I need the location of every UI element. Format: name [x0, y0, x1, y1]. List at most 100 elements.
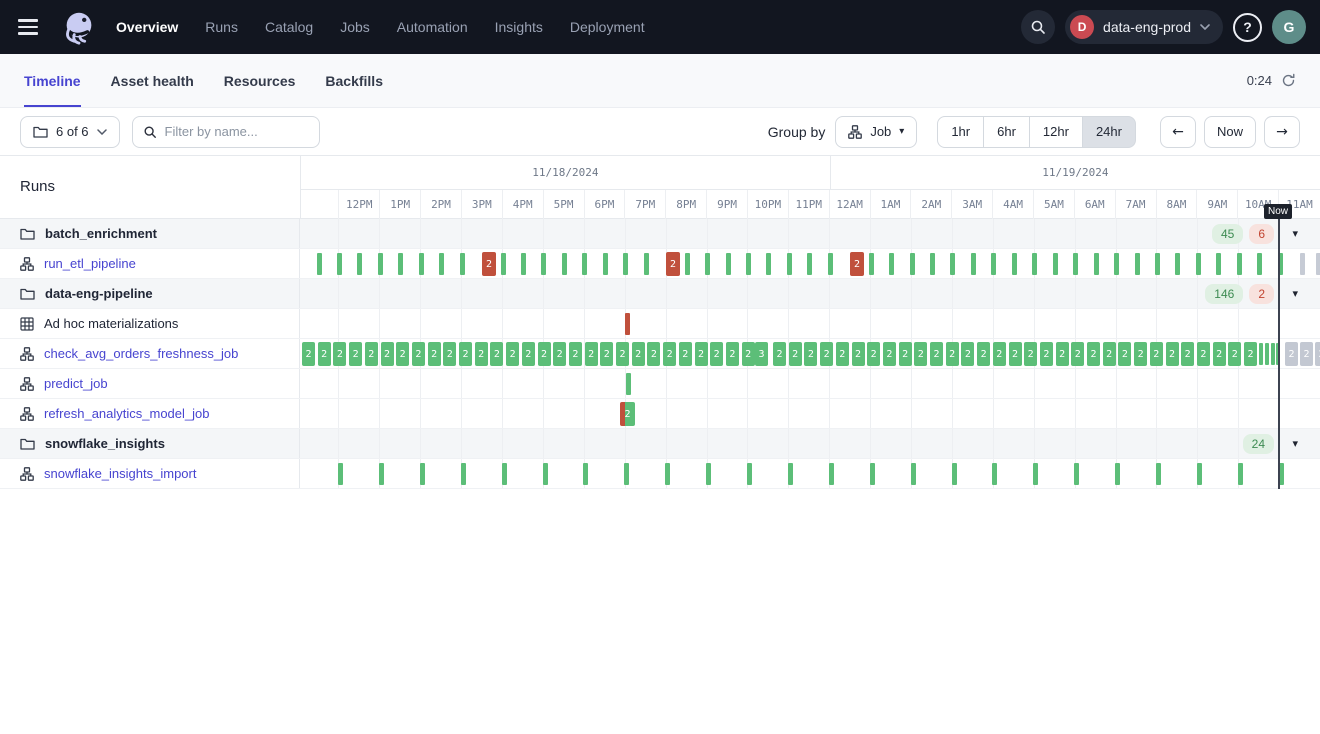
run-marker[interactable]: 2 [820, 342, 833, 366]
repo-filter-button[interactable]: 6 of 6 [20, 116, 120, 148]
run-marker[interactable] [1300, 253, 1305, 275]
run-marker[interactable] [626, 373, 631, 395]
run-marker[interactable] [910, 253, 915, 275]
nav-item-runs[interactable]: Runs [205, 19, 238, 35]
run-marker[interactable] [1074, 463, 1079, 485]
run-marker[interactable] [1115, 463, 1120, 485]
run-marker[interactable] [1316, 253, 1320, 275]
run-marker[interactable] [1197, 463, 1202, 485]
run-marker[interactable] [1053, 253, 1058, 275]
run-marker[interactable]: 2 [1040, 342, 1053, 366]
collapse-caret-icon[interactable]: ▾ [1292, 287, 1298, 301]
row-label-text[interactable]: run_etl_pipeline [44, 256, 136, 271]
run-marker[interactable]: 2 [1244, 342, 1257, 366]
run-marker[interactable]: 2 [1150, 342, 1163, 366]
run-marker[interactable]: 2 [1166, 342, 1179, 366]
run-marker[interactable]: 2 [428, 342, 441, 366]
run-marker[interactable]: 2 [600, 342, 613, 366]
run-marker[interactable] [705, 253, 710, 275]
run-marker[interactable]: 2 [1103, 342, 1116, 366]
run-marker[interactable] [419, 253, 424, 275]
run-marker[interactable] [829, 463, 834, 485]
avatar[interactable]: G [1272, 10, 1306, 44]
run-marker[interactable] [357, 253, 362, 275]
run-marker[interactable]: 2 [302, 342, 315, 366]
collapse-caret-icon[interactable]: ▾ [1292, 227, 1298, 241]
run-marker[interactable] [317, 253, 322, 275]
nav-item-catalog[interactable]: Catalog [265, 19, 313, 35]
run-marker[interactable]: 2 [1024, 342, 1037, 366]
run-marker[interactable] [461, 463, 466, 485]
run-marker[interactable]: 2 [1056, 342, 1069, 366]
page-right-button[interactable]: → [1264, 116, 1300, 148]
run-marker[interactable]: 2 [522, 342, 535, 366]
run-marker[interactable]: 2 [616, 342, 629, 366]
run-marker[interactable] [766, 253, 771, 275]
now-button[interactable]: Now [1204, 116, 1256, 148]
run-marker[interactable]: 2 [804, 342, 817, 366]
run-marker[interactable] [562, 253, 567, 275]
run-marker[interactable] [420, 463, 425, 485]
run-marker[interactable]: 2 [679, 342, 692, 366]
run-marker[interactable] [1238, 463, 1243, 485]
run-marker[interactable] [624, 463, 629, 485]
run-marker[interactable]: 2 [742, 342, 755, 366]
run-marker[interactable]: 2 [993, 342, 1006, 366]
run-marker[interactable] [378, 253, 383, 275]
run-marker[interactable] [1175, 253, 1180, 275]
run-marker[interactable]: 2 [318, 342, 331, 366]
run-marker[interactable] [747, 463, 752, 485]
run-marker[interactable]: 2 [773, 342, 786, 366]
tab-backfills[interactable]: Backfills [325, 54, 383, 107]
run-marker[interactable] [644, 253, 649, 275]
run-marker[interactable]: 2 [852, 342, 865, 366]
run-marker[interactable]: 2 [1087, 342, 1100, 366]
run-marker[interactable] [439, 253, 444, 275]
run-marker[interactable] [787, 253, 792, 275]
run-marker[interactable] [337, 253, 342, 275]
dagster-logo-icon[interactable] [60, 8, 98, 46]
collapse-caret-icon[interactable]: ▾ [1292, 437, 1298, 451]
run-marker[interactable]: 2 [867, 342, 880, 366]
run-marker[interactable] [889, 253, 894, 275]
run-marker[interactable]: 2 [1134, 342, 1147, 366]
page-left-button[interactable]: ← [1160, 116, 1196, 148]
run-marker[interactable]: 2 [946, 342, 959, 366]
run-marker[interactable] [625, 313, 630, 335]
run-marker[interactable]: 2 [381, 342, 394, 366]
run-marker[interactable]: 2 [443, 342, 456, 366]
row-label-text[interactable]: Ad hoc materializations [44, 316, 178, 331]
run-marker[interactable] [685, 253, 690, 275]
run-marker[interactable] [1033, 463, 1038, 485]
run-marker[interactable]: 2 [412, 342, 425, 366]
refresh-icon[interactable] [1281, 73, 1296, 88]
run-marker[interactable] [991, 253, 996, 275]
run-marker[interactable] [665, 463, 670, 485]
run-marker[interactable] [1156, 463, 1161, 485]
run-marker[interactable] [398, 253, 403, 275]
run-marker[interactable] [1114, 253, 1119, 275]
run-marker[interactable] [911, 463, 916, 485]
run-marker[interactable]: 2 [850, 252, 864, 276]
run-marker[interactable]: 2 [977, 342, 990, 366]
search-button[interactable] [1021, 10, 1055, 44]
tab-asset-health[interactable]: Asset health [111, 54, 194, 107]
nav-item-deployment[interactable]: Deployment [570, 19, 645, 35]
run-marker[interactable]: 3 [755, 342, 768, 366]
run-marker[interactable]: 2 [585, 342, 598, 366]
run-marker[interactable] [1135, 253, 1140, 275]
run-marker[interactable] [1032, 253, 1037, 275]
run-marker[interactable] [992, 463, 997, 485]
run-marker[interactable]: 2 [695, 342, 708, 366]
run-marker[interactable]: 2 [899, 342, 912, 366]
run-marker[interactable] [930, 253, 935, 275]
run-marker[interactable]: 2 [1213, 342, 1226, 366]
run-marker[interactable] [1196, 253, 1201, 275]
nav-item-overview[interactable]: Overview [116, 19, 178, 35]
run-marker[interactable] [543, 463, 548, 485]
run-marker[interactable]: 2 [1300, 342, 1313, 366]
help-button[interactable]: ? [1233, 13, 1262, 42]
nav-item-jobs[interactable]: Jobs [340, 19, 370, 35]
run-marker[interactable] [869, 253, 874, 275]
row-label-text[interactable]: snowflake_insights_import [44, 466, 196, 481]
